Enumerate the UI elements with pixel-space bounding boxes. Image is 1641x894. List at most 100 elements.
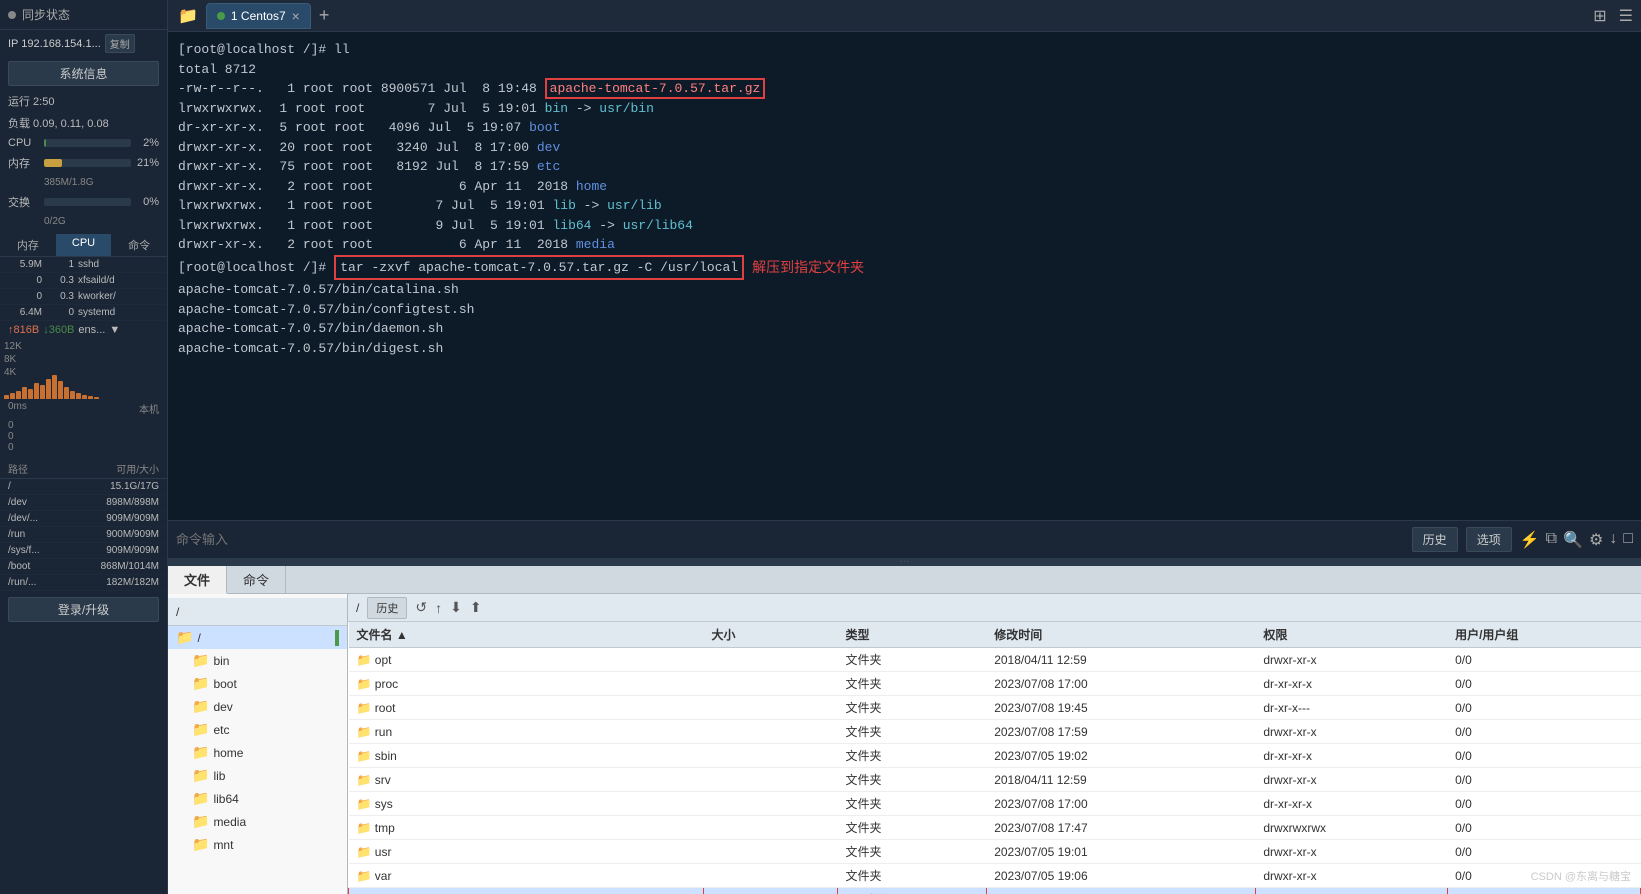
net-timing: 0ms 本机 <box>0 399 167 418</box>
menu-icon[interactable]: ☰ <box>1615 4 1637 28</box>
fm-tab-cmd[interactable]: 命令 <box>227 566 286 593</box>
tab-mem[interactable]: 内存 <box>0 234 56 256</box>
tab-add-btn[interactable]: + <box>313 5 336 26</box>
fm-history-btn[interactable]: 历史 <box>367 597 407 619</box>
mem-pct: 21% <box>135 157 159 169</box>
terminal-line: -rw-r--r--. 1 root root 8900571 Jul 8 19… <box>178 79 1631 99</box>
folder-icon[interactable]: 📁 <box>172 6 204 26</box>
tree-item-lib64[interactable]: 📁 lib64 <box>168 787 347 810</box>
settings-icon[interactable]: ⚙ <box>1589 530 1603 550</box>
col-perm: 权限 <box>1255 622 1447 648</box>
fm-tab-files[interactable]: 文件 <box>168 566 227 594</box>
file-row[interactable]: 📁 var文件夹2023/07/05 19:06drwxr-xr-x0/0 <box>349 864 1641 888</box>
file-row[interactable]: 📁 opt文件夹2018/04/11 12:59drwxr-xr-x0/0 <box>349 648 1641 672</box>
swap-bar-bg <box>44 198 131 206</box>
net-expand-icon[interactable]: ▼ <box>109 324 120 336</box>
tab-cmd[interactable]: 命令 <box>111 234 167 256</box>
file-row[interactable]: 📁 usr文件夹2023/07/05 19:01drwxr-xr-x0/0 <box>349 840 1641 864</box>
copy-icon[interactable]: ⧉ <box>1546 530 1557 550</box>
fm-current-path: / <box>356 601 359 615</box>
copy-btn[interactable]: 复制 <box>105 34 135 53</box>
col-owner: 用户/用户组 <box>1447 622 1640 648</box>
swap-row: 交换 0% <box>0 191 167 213</box>
proc-row: 0 0.3 xfsaild/d <box>0 273 167 289</box>
search-icon[interactable]: 🔍 <box>1563 530 1583 550</box>
tree-item-bin[interactable]: 📁 bin <box>168 649 347 672</box>
terminal-line: total 8712 <box>178 60 1631 80</box>
sysinfo-btn[interactable]: 系统信息 <box>8 61 159 86</box>
fm-upload-icon[interactable]: ⬆ <box>470 599 482 616</box>
ip-text: IP 192.168.154.1... <box>8 38 101 50</box>
annotation-text: 解压到指定文件夹 <box>752 257 864 278</box>
file-row[interactable]: 📁 root文件夹2023/07/08 19:45dr-xr-x---0/0 <box>349 696 1641 720</box>
terminal-line: drwxr-xr-x. 2 root root 6 Apr 11 2018 me… <box>178 235 1631 255</box>
lightning-icon[interactable]: ⚡ <box>1520 530 1540 550</box>
file-row[interactable]: 📁 proc文件夹2023/07/08 17:00dr-xr-xr-x0/0 <box>349 672 1641 696</box>
fm-tree: / 📁 / 📁 bin 📁 boot <box>168 594 348 894</box>
uptime-label: 运行 2:50 <box>8 93 54 109</box>
tree-item-boot[interactable]: 📁 boot <box>168 672 347 695</box>
tree-item-lib[interactable]: 📁 lib <box>168 764 347 787</box>
fm-refresh-icon[interactable]: ↺ <box>415 599 427 616</box>
col-mtime: 修改时间 <box>986 622 1255 648</box>
download-icon[interactable]: ↓ <box>1609 530 1617 550</box>
grid-icon[interactable]: ⊞ <box>1589 4 1610 28</box>
tree-item-home[interactable]: 📁 home <box>168 741 347 764</box>
fm-download-icon[interactable]: ⬇ <box>450 599 462 616</box>
file-row[interactable]: 📁 sbin文件夹2023/07/05 19:02dr-xr-xr-x0/0 <box>349 744 1641 768</box>
options-btn[interactable]: 选项 <box>1466 527 1512 552</box>
mem-row: 内存 21% <box>0 152 167 174</box>
load-row: 负载 0.09, 0.11, 0.08 <box>0 112 167 134</box>
fm-body: / 📁 / 📁 bin 📁 boot <box>168 594 1641 894</box>
folder-icon: 📁 <box>192 836 209 853</box>
disk-row: /sys/f...909M/909M <box>0 543 167 559</box>
fm-up-icon[interactable]: ↑ <box>435 600 442 616</box>
fm-files: / 历史 ↺ ↑ ⬇ ⬆ 文件名 ▲ 大小 类型 修改时间 <box>348 594 1641 894</box>
file-row[interactable]: 📁 tmp文件夹2023/07/08 17:47drwxrwxrwx0/0 <box>349 816 1641 840</box>
terminal-line: lrwxrwxrwx. 1 root root 7 Jul 5 19:01 bi… <box>178 99 1631 119</box>
process-tabs: 内存 CPU 命令 <box>0 234 167 257</box>
tree-item-root[interactable]: 📁 / <box>168 626 347 649</box>
terminal-line: apache-tomcat-7.0.57/bin/daemon.sh <box>178 319 1631 339</box>
history-btn[interactable]: 历史 <box>1412 527 1458 552</box>
terminal-line: apache-tomcat-7.0.57/bin/configtest.sh <box>178 300 1631 320</box>
tree-item-media[interactable]: 📁 media <box>168 810 347 833</box>
tree-item-etc[interactable]: 📁 etc <box>168 718 347 741</box>
file-row[interactable]: 📁 run文件夹2023/07/08 17:59drwxr-xr-x0/0 <box>349 720 1641 744</box>
tab-bar: 📁 1 Centos7 × + ⊞ ☰ <box>168 0 1641 32</box>
terminal[interactable]: [root@localhost /]# ll total 8712 -rw-r-… <box>168 32 1641 520</box>
fm-tree-toolbar: / <box>168 598 347 626</box>
net-row: ↑816B ↓360B ens... ▼ <box>0 321 167 339</box>
file-row[interactable]: 📁 sys文件夹2023/07/08 17:00dr-xr-xr-x0/0 <box>349 792 1641 816</box>
disk-header: 路径 可用/大小 <box>0 459 167 479</box>
tab-close-btn[interactable]: × <box>292 8 300 24</box>
terminal-line: drwxr-xr-x. 2 root root 6 Apr 11 2018 ho… <box>178 177 1631 197</box>
file-row[interactable]: 📁 srv文件夹2018/04/11 12:59drwxr-xr-x0/0 <box>349 768 1641 792</box>
tree-item-mnt[interactable]: 📁 mnt <box>168 833 347 856</box>
uptime-row: 运行 2:50 <box>0 90 167 112</box>
cpu-bar-bg <box>44 139 131 147</box>
cpu-val: 2% <box>135 137 159 149</box>
main-area: 📁 1 Centos7 × + ⊞ ☰ [root@localhost /]# … <box>168 0 1641 894</box>
cmd-input-bar: 历史 选项 ⚡ ⧉ 🔍 ⚙ ↓ □ <box>168 520 1641 558</box>
mem-bar-fill <box>44 159 62 167</box>
terminal-line: drwxr-xr-x. 20 root root 3240 Jul 8 17:0… <box>178 138 1631 158</box>
net-down: ↑816B <box>8 324 39 336</box>
tree-item-dev[interactable]: 📁 dev <box>168 695 347 718</box>
tab-label: 1 Centos7 <box>231 9 286 23</box>
mem-val-row: 385M/1.8G <box>0 174 167 191</box>
fullscreen-icon[interactable]: □ <box>1623 530 1633 550</box>
tab-centos7[interactable]: 1 Centos7 × <box>206 3 311 29</box>
tab-cpu[interactable]: CPU <box>56 234 112 256</box>
disk-section: 路径 可用/大小 /15.1G/17G /dev898M/898M /dev/.… <box>0 459 167 591</box>
folder-icon: 📁 <box>192 744 209 761</box>
terminal-line: dr-xr-xr-x. 5 root root 4096 Jul 5 19:07… <box>178 118 1631 138</box>
terminal-line: lrwxrwxrwx. 1 root root 9 Jul 5 19:01 li… <box>178 216 1631 236</box>
login-btn[interactable]: 登录/升级 <box>8 597 159 622</box>
mem-label: 内存 <box>8 155 40 171</box>
swap-val: 0/2G <box>44 216 66 227</box>
tab-bar-right: ⊞ ☰ <box>1589 4 1637 28</box>
cmd-input-field[interactable] <box>176 532 1404 547</box>
file-row-selected[interactable]: 🗜 apache-tomcat-7.0... 8.5 MB GZ 文件 2023… <box>349 888 1641 894</box>
net-up: ↓360B <box>43 324 74 336</box>
